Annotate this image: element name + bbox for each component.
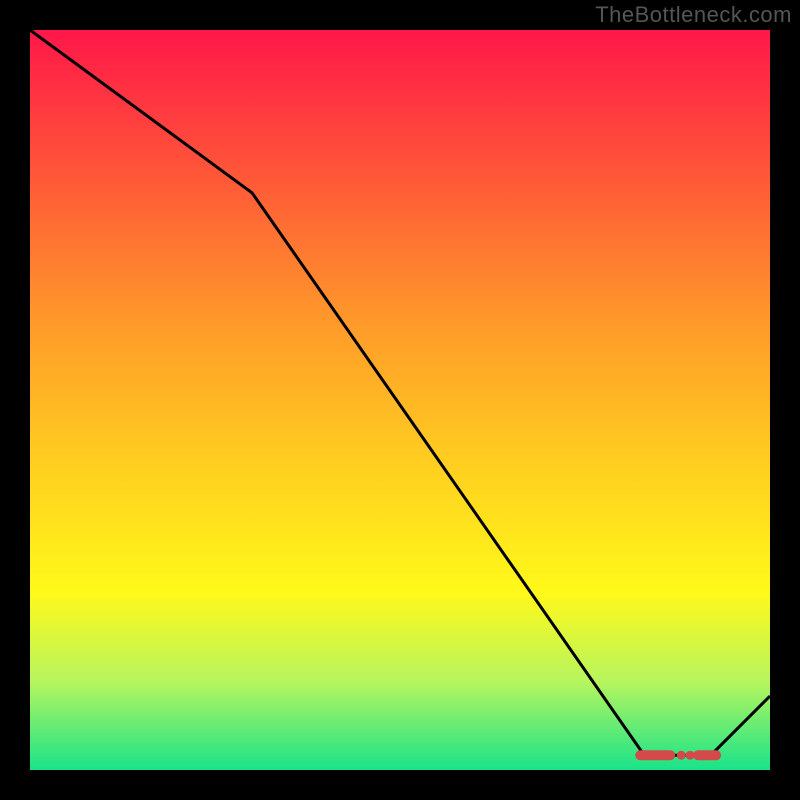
chart-frame: TheBottleneck.com: [0, 0, 800, 800]
gradient-background: [30, 30, 770, 770]
marker-pill: [635, 750, 675, 760]
watermark-text: TheBottleneck.com: [595, 2, 792, 28]
marker-pill: [693, 750, 721, 760]
chart-svg: [30, 30, 770, 770]
marker-dot: [677, 751, 686, 760]
plot-area: [30, 30, 770, 770]
